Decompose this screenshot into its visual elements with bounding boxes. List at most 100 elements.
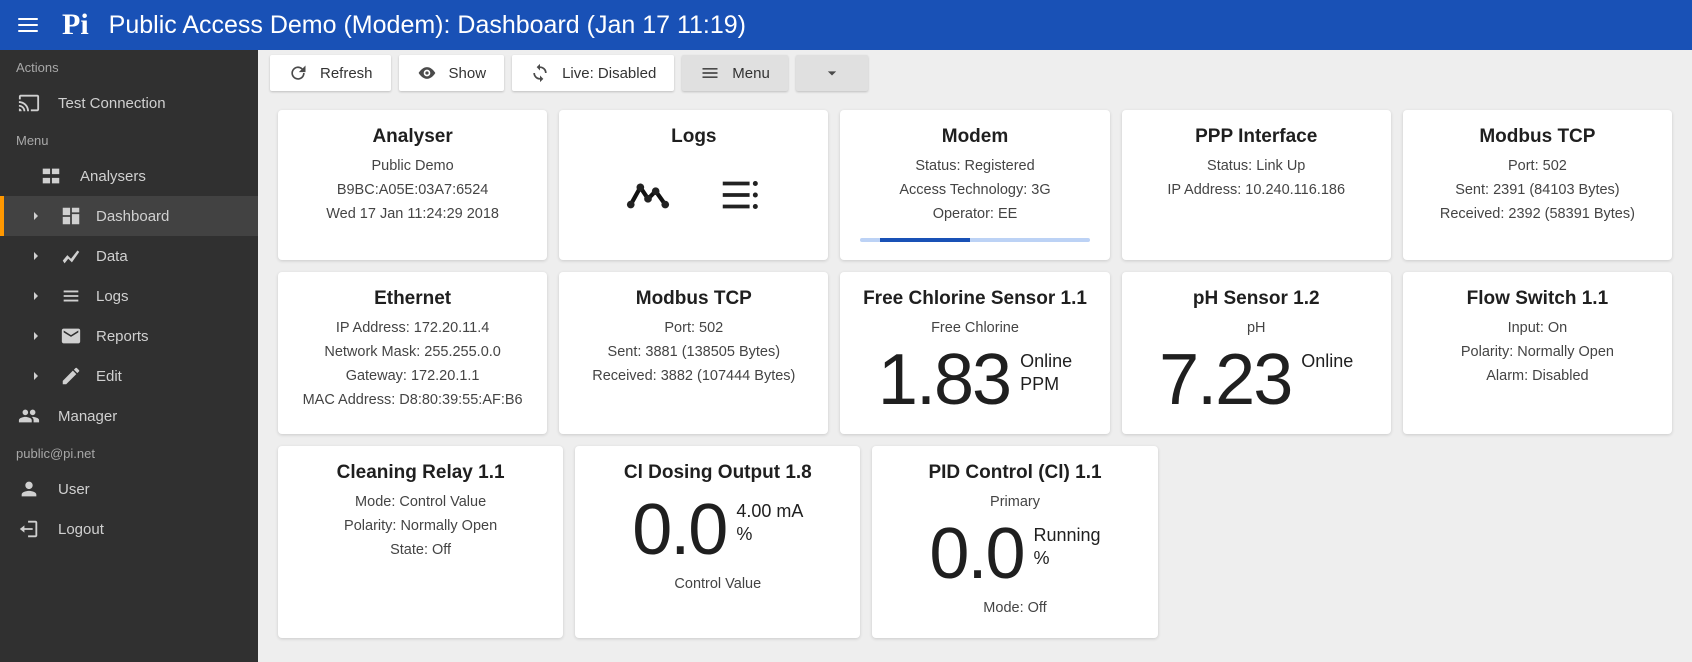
- card-title: PID Control (Cl) 1.1: [928, 462, 1101, 484]
- sidebar-item-dashboard[interactable]: Dashboard: [0, 196, 258, 236]
- card-title: Modbus TCP: [1479, 126, 1595, 148]
- chevron-down-icon: [822, 63, 842, 83]
- pencil-icon: [60, 365, 82, 387]
- dashboard-grid: Analyser Public Demo B9BC:A05E:03A7:6524…: [258, 96, 1692, 662]
- card-title: Flow Switch 1.1: [1467, 288, 1608, 310]
- list-icon[interactable]: [714, 172, 766, 218]
- card-line: Status: Link Up: [1207, 158, 1305, 174]
- sync-icon: [530, 63, 550, 83]
- card-line: Polarity: Normally Open: [344, 518, 497, 534]
- sidebar-item-label: Manager: [58, 408, 117, 425]
- cast-icon: [18, 92, 40, 114]
- sidebar-section-user: public@pi.net: [0, 436, 258, 469]
- sidebar-item-data[interactable]: Data: [0, 236, 258, 276]
- sidebar-item-label: Dashboard: [96, 208, 169, 225]
- sensor-value: 7.23: [1159, 344, 1291, 416]
- eye-icon: [417, 63, 437, 83]
- card-line: Control Value: [674, 576, 761, 592]
- card-title: pH Sensor 1.2: [1193, 288, 1320, 310]
- toolbar: Refresh Show Live: Disabled Menu: [258, 50, 1692, 96]
- chevron-right-icon: [28, 328, 44, 344]
- card-modem[interactable]: Modem Status: Registered Access Technolo…: [840, 110, 1109, 260]
- card-analyser[interactable]: Analyser Public Demo B9BC:A05E:03A7:6524…: [278, 110, 547, 260]
- sparkline-icon[interactable]: [622, 172, 674, 218]
- output-status: 4.00 mA: [736, 500, 803, 523]
- card-modbus-tcp-b[interactable]: Modbus TCP Port: 502 Sent: 3881 (138505 …: [559, 272, 828, 434]
- card-line: Mode: Off: [983, 600, 1046, 616]
- menu-lines-icon: [700, 63, 720, 83]
- card-title: Modbus TCP: [636, 288, 752, 310]
- card-title: Cleaning Relay 1.1: [337, 462, 505, 484]
- card-title: Analyser: [372, 126, 452, 148]
- card-flow-switch[interactable]: Flow Switch 1.1 Input: On Polarity: Norm…: [1403, 272, 1672, 434]
- modem-progress: [860, 238, 1089, 242]
- card-line: IP Address: 10.240.116.186: [1167, 182, 1345, 198]
- card-ph-sensor[interactable]: pH Sensor 1.2 pH 7.23 Online: [1122, 272, 1391, 434]
- card-line: Received: 2392 (58391 Bytes): [1440, 206, 1635, 222]
- list-icon: [60, 285, 82, 307]
- sidebar-item-edit[interactable]: Edit: [0, 356, 258, 396]
- card-title: Modem: [942, 126, 1009, 148]
- live-button[interactable]: Live: Disabled: [512, 55, 674, 91]
- sidebar-item-user[interactable]: User: [0, 469, 258, 509]
- button-label: Live: Disabled: [562, 65, 656, 82]
- dashboard-icon: [60, 205, 82, 227]
- card-line: Status: Registered: [915, 158, 1034, 174]
- output-value: 0.0: [632, 494, 726, 566]
- card-line: Received: 3882 (107444 Bytes): [592, 368, 795, 384]
- button-label: Menu: [732, 65, 770, 82]
- card-line: Gateway: 172.20.1.1: [346, 368, 480, 384]
- card-line: MAC Address: D8:80:39:55:AF:B6: [303, 392, 523, 408]
- sidebar-item-label: Data: [96, 248, 128, 265]
- card-cleaning-relay[interactable]: Cleaning Relay 1.1 Mode: Control Value P…: [278, 446, 563, 638]
- card-title: Free Chlorine Sensor 1.1: [863, 288, 1087, 310]
- card-chlorine-sensor[interactable]: Free Chlorine Sensor 1.1 Free Chlorine 1…: [840, 272, 1109, 434]
- chart-icon: [60, 245, 82, 267]
- show-button[interactable]: Show: [399, 55, 505, 91]
- refresh-button[interactable]: Refresh: [270, 55, 391, 91]
- logout-icon: [18, 518, 40, 540]
- chevron-right-icon: [28, 288, 44, 304]
- chevron-right-icon: [28, 368, 44, 384]
- card-line: Public Demo: [372, 158, 454, 174]
- card-line: IP Address: 172.20.11.4: [336, 320, 489, 336]
- card-line: Mode: Control Value: [355, 494, 486, 510]
- dropdown-button[interactable]: [796, 55, 868, 91]
- card-logs[interactable]: Logs: [559, 110, 828, 260]
- sidebar-item-test-connection[interactable]: Test Connection: [0, 83, 258, 123]
- pid-status: Running: [1034, 524, 1101, 547]
- card-title: PPP Interface: [1195, 126, 1317, 148]
- sidebar-item-logs[interactable]: Logs: [0, 276, 258, 316]
- card-dosing-output[interactable]: Cl Dosing Output 1.8 0.0 4.00 mA % Contr…: [575, 446, 860, 638]
- person-icon: [18, 478, 40, 500]
- sensor-unit: PPM: [1020, 373, 1059, 396]
- card-line: Free Chlorine: [931, 320, 1019, 336]
- card-ethernet[interactable]: Ethernet IP Address: 172.20.11.4 Network…: [278, 272, 547, 434]
- sidebar-item-reports[interactable]: Reports: [0, 316, 258, 356]
- sidebar-item-logout[interactable]: Logout: [0, 509, 258, 549]
- logs-icons: [622, 172, 766, 218]
- card-line: Operator: EE: [933, 206, 1018, 222]
- card-modbus-tcp-a[interactable]: Modbus TCP Port: 502 Sent: 2391 (84103 B…: [1403, 110, 1672, 260]
- sidebar-item-label: Reports: [96, 328, 149, 345]
- people-icon: [18, 405, 40, 427]
- sensor-value: 1.83: [878, 344, 1010, 416]
- sensor-status: Online: [1020, 350, 1072, 373]
- page-title: Public Access Demo (Modem): Dashboard (J…: [109, 11, 746, 40]
- menu-button[interactable]: Menu: [682, 55, 788, 91]
- menu-toggle-button[interactable]: [0, 0, 56, 50]
- pid-value: 0.0: [929, 518, 1023, 590]
- sidebar-item-label: User: [58, 481, 90, 498]
- sidebar-item-analysers[interactable]: Analysers: [0, 156, 258, 196]
- pid-unit: %: [1034, 547, 1050, 570]
- card-line: Wed 17 Jan 11:24:29 2018: [326, 206, 499, 222]
- sidebar-item-manager[interactable]: Manager: [0, 396, 258, 436]
- sidebar-item-label: Edit: [96, 368, 122, 385]
- card-line: Sent: 3881 (138505 Bytes): [608, 344, 781, 360]
- card-line: Input: On: [1508, 320, 1568, 336]
- chevron-right-icon: [28, 248, 44, 264]
- sidebar-item-label: Test Connection: [58, 95, 166, 112]
- card-title: Logs: [671, 126, 716, 148]
- card-pid-control[interactable]: PID Control (Cl) 1.1 Primary 0.0 Running…: [872, 446, 1157, 638]
- card-ppp[interactable]: PPP Interface Status: Link Up IP Address…: [1122, 110, 1391, 260]
